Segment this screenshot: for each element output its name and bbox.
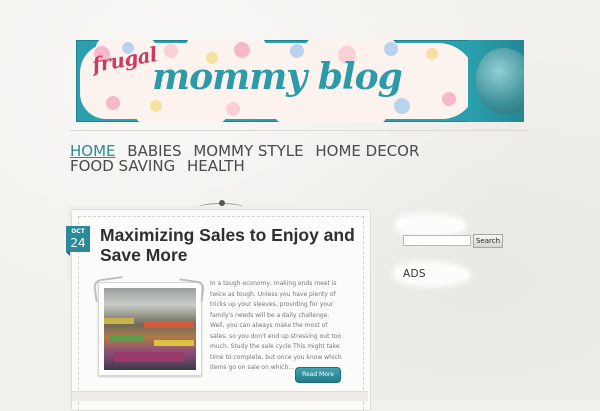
baby-bottle-illustration (476, 48, 524, 114)
pin-icon (219, 200, 225, 206)
search-input[interactable] (403, 235, 471, 246)
shelf-goods (114, 352, 184, 362)
ads-heading: ADS (403, 268, 426, 280)
shelf-goods (104, 318, 134, 324)
post-date-badge: OCT 24 (66, 226, 90, 252)
nav-item-food-saving[interactable]: FOOD SAVING (70, 157, 175, 175)
polka-dot (226, 102, 240, 116)
polka-dot (150, 100, 162, 112)
polka-dot (442, 92, 456, 106)
shelf-goods (109, 336, 144, 342)
header-divider (70, 130, 528, 131)
main-nav: HOME BABIES MOMMY STYLE HOME DECOR FOOD … (70, 144, 490, 174)
post-date-day: 24 (70, 236, 86, 250)
photo-clip-left (92, 276, 126, 302)
post-date-month: OCT (71, 228, 85, 235)
nav-item-health[interactable]: HEALTH (187, 157, 245, 175)
polka-dot (106, 96, 120, 110)
post-excerpt: In a tough economy, making ends meet is … (210, 280, 342, 371)
shelf-goods (144, 322, 194, 328)
read-more-button[interactable]: Read More (295, 367, 341, 383)
post-title-link[interactable]: Maximizing Sales to Enjoy and Save More (100, 225, 360, 265)
polka-dot (426, 48, 438, 60)
sidebar-brush (398, 216, 464, 234)
nav-item-home-decor[interactable]: HOME DECOR (315, 142, 419, 160)
store-aisle-photo (104, 288, 196, 370)
search-button[interactable]: Search (473, 234, 503, 248)
photo-clip-right (176, 278, 206, 302)
shelf-goods (154, 340, 194, 346)
logo-mommy-blog-text: mommy blog (152, 56, 403, 98)
polka-dot (394, 98, 410, 114)
date-badge-fold (66, 252, 70, 256)
polka-dot (384, 42, 398, 56)
